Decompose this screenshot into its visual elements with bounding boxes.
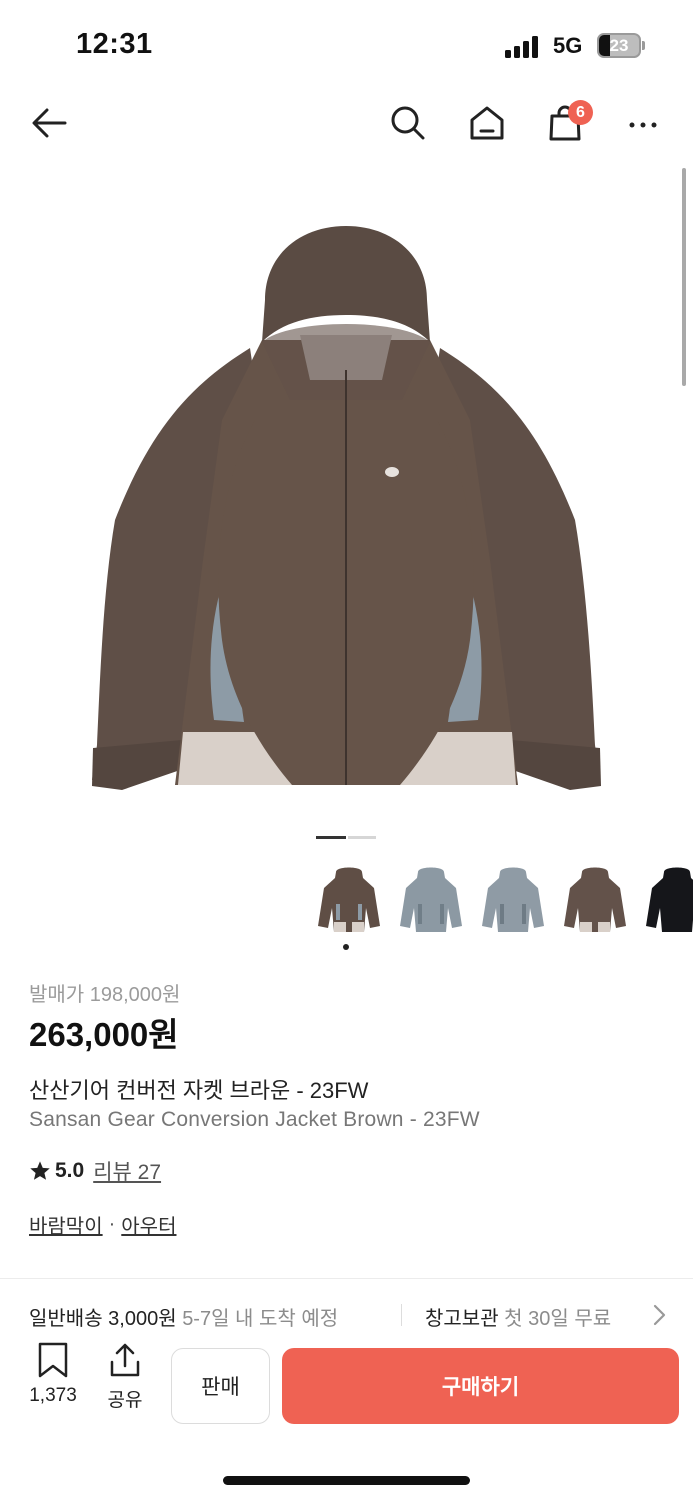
search-button[interactable] — [383, 98, 433, 148]
share-button[interactable]: 공유 — [95, 1342, 155, 1412]
jacket-thumbnail-image — [646, 867, 693, 932]
back-button[interactable] — [24, 98, 74, 148]
thumbnail-grey-blue[interactable] — [394, 862, 468, 936]
shipping-separator — [401, 1304, 402, 1326]
current-price: 263,000원 — [29, 1016, 179, 1053]
sell-button[interactable]: 판매 — [171, 1348, 270, 1424]
storage-info: 창고보관 첫 30일 무료 — [425, 1302, 611, 1331]
home-indicator[interactable] — [223, 1476, 470, 1485]
rating-value: 5.0 — [55, 1159, 85, 1182]
cart-button[interactable]: 6 — [540, 98, 593, 148]
more-button[interactable] — [618, 98, 668, 148]
chevron-right-icon — [653, 1304, 666, 1326]
shipping-fee: 3,000원 — [108, 1308, 177, 1330]
brown-jacket-image — [92, 226, 601, 790]
jacket-thumbnail-image — [318, 867, 380, 932]
thumbnail-brown-2[interactable] — [558, 862, 632, 936]
thumbnail-brown-selected[interactable] — [312, 862, 386, 950]
status-time: 12:31 — [76, 28, 153, 60]
product-title-english: Sansan Gear Conversion Jacket Brown - 23… — [29, 1108, 480, 1131]
battery-icon: 23 — [597, 33, 645, 58]
shipping-eta: 5-7일 내 도착 예정 — [182, 1308, 339, 1330]
section-divider — [0, 1278, 693, 1279]
rating-row: 5.0 리뷰 27 — [29, 1157, 161, 1185]
star-icon — [30, 1161, 50, 1180]
thumbnail-grey-blue-2[interactable] — [476, 862, 550, 936]
category-link-outer[interactable]: 아우터 — [121, 1210, 176, 1239]
signal-icon — [505, 36, 543, 58]
release-price: 발매가 198,000원 — [29, 984, 181, 1006]
jacket-thumbnail-image — [564, 867, 626, 932]
bookmark-count: 1,373 — [29, 1385, 77, 1406]
bookmark-button[interactable]: 1,373 — [23, 1342, 83, 1407]
status-bar: 12:31 5G 23 — [0, 0, 693, 90]
thumbnail-black[interactable] — [640, 862, 693, 936]
battery-level: 23 — [609, 36, 629, 55]
selected-thumbnail-dot — [343, 944, 349, 950]
shipping-type: 일반배송 — [29, 1308, 103, 1330]
home-icon — [470, 106, 504, 140]
shipping-row[interactable]: 일반배송 3,000원 5-7일 내 도착 예정 창고보관 첫 30일 무료 — [29, 1300, 679, 1330]
back-arrow-icon — [32, 108, 67, 138]
search-icon — [391, 106, 425, 140]
share-label: 공유 — [107, 1390, 143, 1411]
category-row: 바람막이 · 아우터 — [29, 1210, 176, 1239]
storage-promo: 첫 30일 무료 — [504, 1308, 612, 1330]
home-button[interactable] — [462, 98, 512, 148]
category-separator: · — [108, 1213, 116, 1235]
bookmark-icon — [38, 1342, 68, 1378]
category-link-windbreaker[interactable]: 바람막이 — [29, 1210, 103, 1239]
review-link[interactable]: 리뷰 27 — [93, 1156, 161, 1186]
product-title-korean: 산산기어 컨버전 자켓 브라운 - 23FW — [29, 1078, 369, 1103]
network-label: 5G — [553, 33, 583, 58]
jacket-thumbnail-image — [400, 867, 462, 932]
image-scrollbar[interactable] — [682, 168, 686, 386]
share-icon — [110, 1343, 140, 1377]
buy-button[interactable]: 구매하기 — [282, 1348, 679, 1424]
bottom-action-bar: 1,373 공유 판매 구매하기 — [0, 1332, 693, 1442]
jacket-thumbnail-image — [482, 867, 544, 932]
cart-count-badge: 6 — [568, 100, 593, 125]
storage-label: 창고보관 — [425, 1308, 499, 1330]
product-image-gallery[interactable] — [0, 163, 693, 853]
more-icon — [629, 122, 657, 128]
top-nav-bar: 6 — [0, 90, 693, 156]
color-thumbnail-list — [312, 862, 693, 950]
gallery-page-indicator — [316, 836, 378, 840]
shipping-info: 일반배송 3,000원 5-7일 내 도착 예정 — [29, 1302, 338, 1331]
